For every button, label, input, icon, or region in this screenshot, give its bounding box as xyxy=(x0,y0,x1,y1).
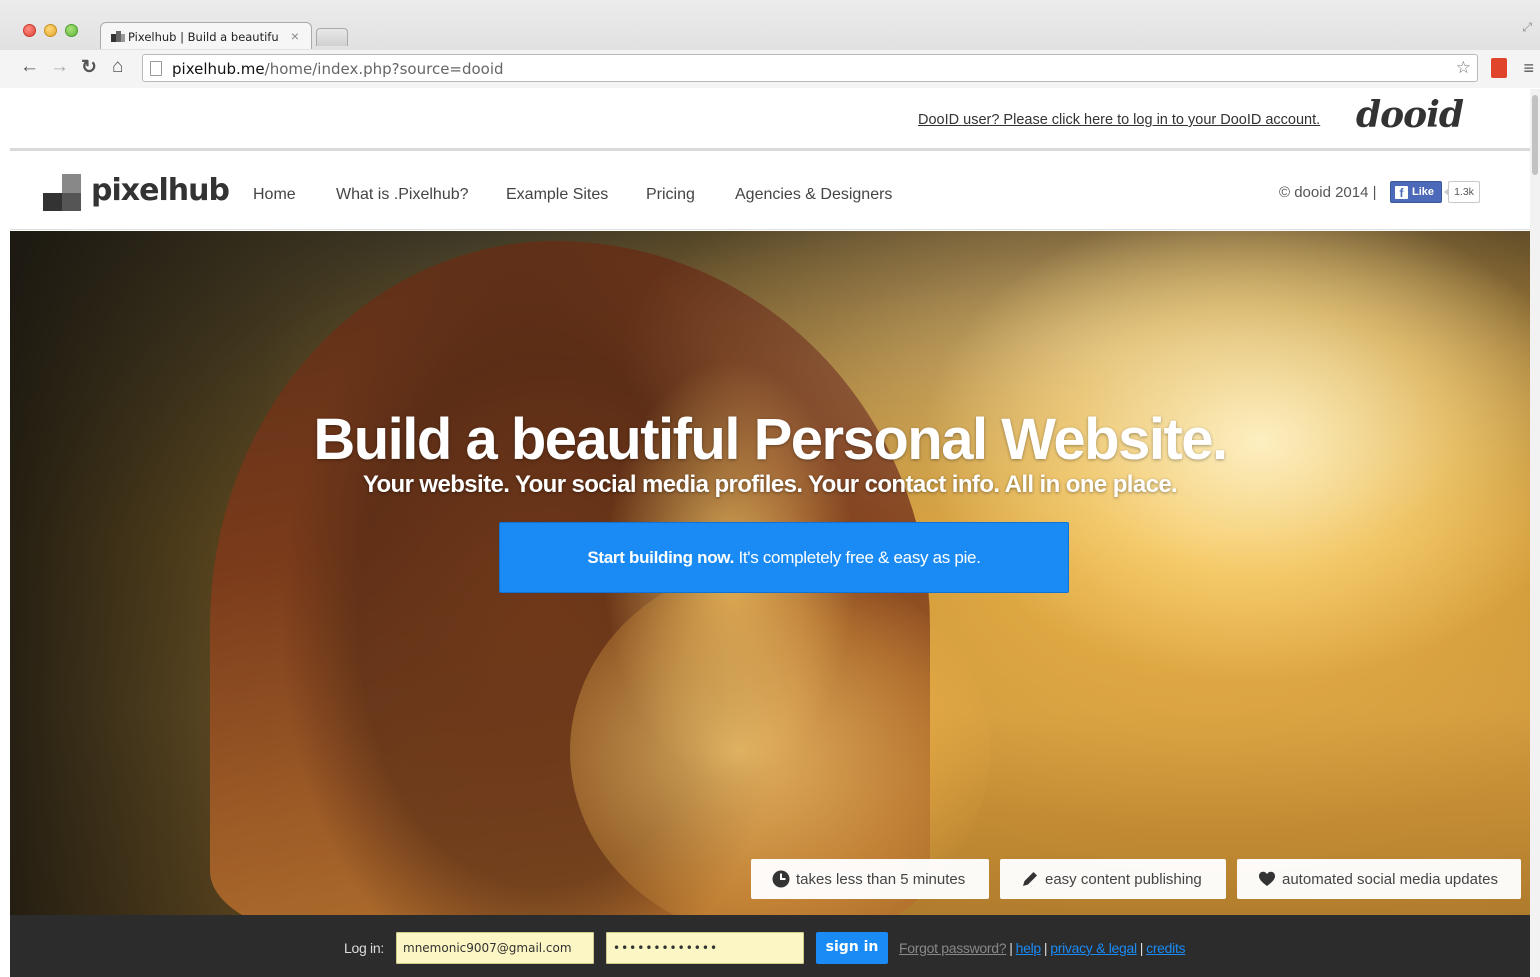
privacy-legal-link[interactable]: privacy & legal xyxy=(1050,940,1137,956)
home-icon[interactable]: ⌂ xyxy=(112,56,123,78)
hero-section: Build a beautiful Personal Website. Your… xyxy=(10,231,1530,915)
tab-title: Pixelhub | Build a beautifu xyxy=(128,30,279,44)
hero-subtitle: Your website. Your social media profiles… xyxy=(362,471,1178,498)
nav-item-home[interactable]: Home xyxy=(253,186,296,204)
cta-bold-text: Start building now. xyxy=(587,548,735,567)
link-separator: | xyxy=(1139,940,1144,956)
fullscreen-icon[interactable]: ⤢ xyxy=(1522,20,1532,35)
zoom-window-button[interactable] xyxy=(65,24,78,37)
bookmark-star-icon[interactable]: ☆ xyxy=(1456,58,1471,78)
feature-label: takes less than 5 minutes xyxy=(796,871,966,888)
pixelhub-logo-icon[interactable] xyxy=(43,174,81,211)
url-text[interactable]: pixelhub.me/home/index.php?source=dooid xyxy=(172,60,504,78)
nav-item-pricing[interactable]: Pricing xyxy=(646,186,695,204)
feature-badge-publishing: easy content publishing xyxy=(1000,859,1226,899)
browser-tab[interactable]: Pixelhub | Build a beautifu × xyxy=(100,22,312,49)
feature-badge-time: takes less than 5 minutes xyxy=(751,859,989,899)
login-links: Forgot password? | help | privacy & legal | cr… xyxy=(899,940,1186,956)
clock-icon xyxy=(772,870,790,888)
copyright-text: © dooid 2014 | xyxy=(1279,184,1377,201)
cta-rest-text: It's completely free & easy as pie. xyxy=(734,548,981,567)
hero-title: Build a beautiful Personal Website. xyxy=(313,407,1228,472)
menu-icon[interactable]: ≡ xyxy=(1523,58,1534,79)
facebook-icon: f xyxy=(1395,186,1408,200)
login-label: Log in: xyxy=(344,940,384,956)
forward-arrow-icon[interactable]: → xyxy=(50,56,69,78)
pixelhub-logo-text[interactable]: pixelhub xyxy=(91,173,230,208)
dooid-bar: DooID user? Please click here to log in … xyxy=(10,89,1530,151)
facebook-like-label: Like xyxy=(1412,186,1435,198)
reload-icon[interactable]: ↻ xyxy=(81,56,97,79)
nav-item-example-sites[interactable]: Example Sites xyxy=(506,186,608,204)
site-nav: pixelhub Home What is .Pixelhub? Example… xyxy=(10,154,1530,230)
close-window-button[interactable] xyxy=(23,24,36,37)
nav-item-agencies[interactable]: Agencies & Designers xyxy=(735,186,892,204)
heart-icon xyxy=(1259,871,1275,886)
facebook-like-button[interactable]: f Like xyxy=(1390,181,1442,203)
feature-label: easy content publishing xyxy=(1045,871,1202,888)
credits-link[interactable]: credits xyxy=(1146,940,1185,956)
nav-item-what-is[interactable]: What is .Pixelhub? xyxy=(336,186,469,204)
back-arrow-icon[interactable]: ← xyxy=(20,56,39,78)
browser-chrome: Pixelhub | Build a beautifu × ⤢ ← → ↻ ⌂ … xyxy=(0,0,1540,88)
password-field[interactable]: ••••••••••••• xyxy=(606,932,804,964)
feature-badge-social: automated social media updates xyxy=(1237,859,1521,899)
page-icon xyxy=(150,61,162,76)
forgot-password-link[interactable]: Forgot password? xyxy=(899,940,1007,956)
help-link[interactable]: help xyxy=(1016,940,1042,956)
pencil-icon xyxy=(1023,872,1037,886)
page-viewport: DooID user? Please click here to log in … xyxy=(10,89,1530,977)
link-separator: | xyxy=(1043,940,1048,956)
dooid-login-link[interactable]: DooID user? Please click here to log in … xyxy=(918,112,1320,128)
pixelhub-favicon-icon xyxy=(111,31,125,42)
scrollbar[interactable] xyxy=(1530,89,1540,977)
email-field[interactable]: mnemonic9007@gmail.com xyxy=(396,932,594,964)
url-host: pixelhub.me xyxy=(172,60,265,78)
new-tab-button[interactable] xyxy=(316,28,348,46)
scrollbar-thumb[interactable] xyxy=(1532,95,1538,175)
sign-in-button[interactable]: sign in xyxy=(816,932,888,964)
url-path: /home/index.php?source=dooid xyxy=(264,60,504,78)
extension-icon[interactable] xyxy=(1491,58,1507,78)
minimize-window-button[interactable] xyxy=(44,24,57,37)
login-bar: Log in: mnemonic9007@gmail.com •••••••••… xyxy=(10,915,1530,977)
address-bar[interactable]: pixelhub.me/home/index.php?source=dooid … xyxy=(142,54,1478,82)
dooid-logo[interactable]: dooid xyxy=(1356,94,1464,136)
facebook-like-count: 1.3k xyxy=(1444,181,1480,203)
browser-toolbar: ← → ↻ ⌂ pixelhub.me/home/index.php?sourc… xyxy=(0,50,1540,88)
start-building-button[interactable]: Start building now. It's completely free… xyxy=(499,522,1069,593)
tab-close-icon[interactable]: × xyxy=(291,28,299,44)
link-separator: | xyxy=(1009,940,1013,956)
feature-label: automated social media updates xyxy=(1282,871,1498,888)
